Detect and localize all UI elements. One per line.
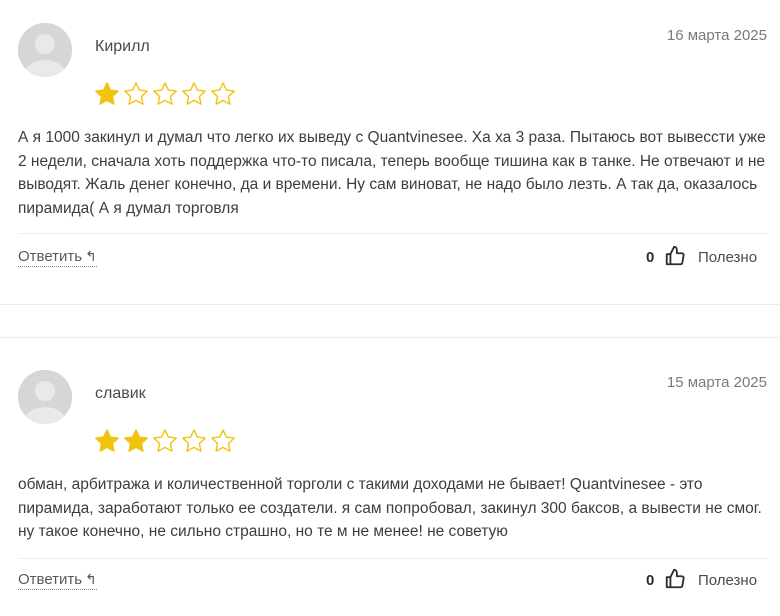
star-icon — [210, 81, 236, 107]
review-text: обман, арбитража и количественной торгол… — [18, 476, 762, 540]
review-author: Кирилл — [95, 38, 150, 55]
review-card: Кирилл 16 марта 2025 А я 1000 закинул и … — [0, 0, 780, 304]
divider — [18, 558, 768, 559]
reply-button[interactable]: Ответить ↰ — [18, 248, 97, 267]
reply-label: Ответить — [18, 248, 83, 265]
star-icon — [123, 81, 149, 107]
useful-button[interactable]: Полезно — [698, 249, 757, 266]
star-icon — [210, 428, 236, 454]
reply-button[interactable]: Ответить ↰ — [18, 571, 97, 590]
review-card: славик 15 марта 2025 обман, арбитража и … — [0, 340, 780, 616]
avatar — [18, 370, 72, 424]
thumbs-up-icon[interactable] — [664, 568, 686, 595]
star-icon — [181, 428, 207, 454]
review-text: А я 1000 закинул и думал что легко их вы… — [18, 129, 766, 217]
star-icon — [181, 81, 207, 107]
review-date: 15 марта 2025 — [666, 374, 767, 391]
avatar — [18, 23, 72, 77]
like-count: 0 — [646, 249, 655, 266]
reply-label: Ответить — [18, 571, 83, 588]
useful-button[interactable]: Полезно — [698, 572, 757, 589]
star-icon — [94, 428, 120, 454]
thumbs-up-icon[interactable] — [664, 245, 686, 272]
user-avatar-icon — [18, 370, 72, 424]
like-count: 0 — [646, 572, 655, 589]
review-author: славик — [95, 385, 146, 402]
rating-stars — [94, 428, 236, 454]
review-separator — [0, 337, 780, 338]
reply-arrow-icon: ↰ — [85, 248, 97, 264]
rating-stars — [94, 81, 236, 107]
divider — [18, 233, 768, 234]
star-icon — [152, 428, 178, 454]
star-icon — [152, 81, 178, 107]
star-icon — [94, 81, 120, 107]
review-date: 16 марта 2025 — [666, 27, 767, 44]
user-avatar-icon — [18, 23, 72, 77]
star-icon — [123, 428, 149, 454]
review-separator — [0, 304, 780, 305]
reply-arrow-icon: ↰ — [85, 571, 97, 587]
